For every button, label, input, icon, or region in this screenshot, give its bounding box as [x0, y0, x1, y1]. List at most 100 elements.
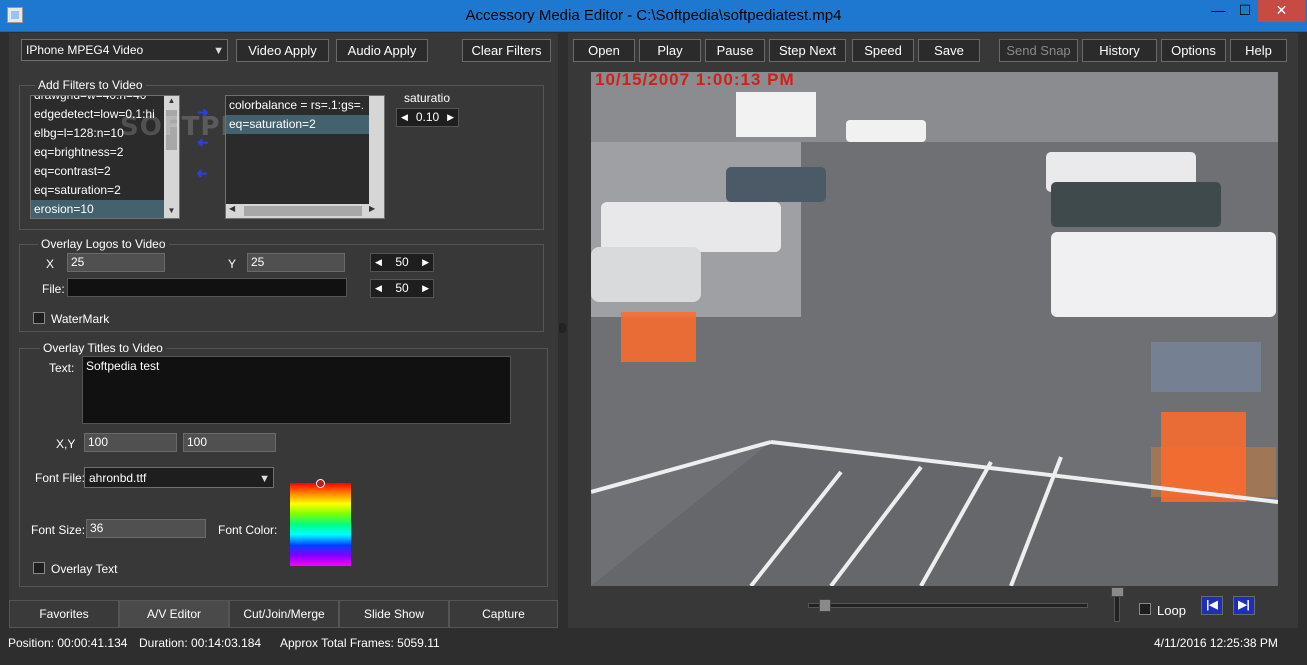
font-file-value: ahronbd.ttf [89, 471, 147, 485]
play-button[interactable]: Play [639, 39, 701, 62]
overlay-text-checkbox[interactable] [33, 562, 45, 574]
volume-thumb[interactable] [1111, 587, 1124, 597]
chevron-down-icon: ▼ [259, 473, 270, 485]
list-item[interactable]: eq=saturation=2 [31, 181, 179, 200]
video-preview[interactable]: 10/15/2007 1:00:13 PM [591, 72, 1278, 586]
list-item[interactable]: drawgrid=w=40:h=40 [31, 96, 179, 105]
logo-x-label: X [46, 257, 55, 271]
filter-param-spinner[interactable]: ◀ 0.10 ▶ [396, 108, 459, 127]
loop-label: Loop [1157, 603, 1186, 618]
title-xy-label: X,Y [56, 437, 76, 451]
increment-icon[interactable]: ▶ [422, 280, 429, 297]
pause-button[interactable]: Pause [705, 39, 765, 62]
increment-icon[interactable]: ▶ [447, 109, 454, 126]
color-picker-handle[interactable] [316, 479, 325, 488]
scroll-left-icon[interactable]: ◀ [229, 204, 235, 213]
logo-height-spinner[interactable]: ◀ 50 ▶ [370, 279, 434, 298]
speed-button[interactable]: Speed [852, 39, 914, 62]
applied-filters-list[interactable]: colorbalance = rs=.1:gs=. eq=saturation=… [225, 95, 385, 219]
decrement-icon[interactable]: ◀ [375, 280, 382, 297]
list-item[interactable]: eq=brightness=2 [31, 143, 179, 162]
scroll-thumb[interactable] [244, 206, 362, 216]
font-color-picker[interactable] [290, 483, 351, 566]
watermark-checkbox[interactable] [33, 312, 45, 324]
title-x-input[interactable]: 100 [84, 433, 177, 452]
save-button[interactable]: Save [918, 39, 980, 62]
history-button[interactable]: History [1082, 39, 1157, 62]
title-text-label: Text: [49, 361, 75, 375]
filter-param-label: saturatio [404, 91, 451, 105]
logo-file-label: File: [42, 282, 65, 296]
close-button[interactable]: ✕ [1258, 0, 1305, 22]
font-color-label: Font Color: [218, 523, 278, 537]
window-title: Accessory Media Editor - C:\Softpedia\so… [465, 7, 842, 24]
list-item[interactable]: eq=contrast=2 [31, 162, 179, 181]
clear-filters-button[interactable]: Clear Filters [462, 39, 551, 62]
watermark-label: WaterMark [51, 312, 110, 326]
bottom-tabs: Favorites A/V Editor Cut/Join/Merge Slid… [9, 600, 558, 628]
decrement-icon[interactable]: ◀ [401, 109, 408, 126]
status-duration: Duration: 00:14:03.184 [139, 636, 262, 650]
title-text-input[interactable]: Softpedia test [82, 356, 511, 424]
status-bar: Position: 00:00:41.134 Duration: 00:14:0… [0, 629, 1307, 655]
list-item-selected[interactable]: eq=saturation=2 [226, 115, 369, 134]
vertical-scrollbar[interactable] [369, 96, 384, 204]
tab-slide-show[interactable]: Slide Show [339, 600, 449, 628]
list-item-selected[interactable]: erosion=10 [31, 200, 179, 218]
audio-apply-button[interactable]: Audio Apply [336, 39, 428, 62]
minimize-button[interactable]: — [1205, 0, 1232, 22]
open-button[interactable]: Open [573, 39, 635, 62]
remove-filter-arrow-icon[interactable]: ➜ [197, 134, 209, 151]
logo-y-input[interactable]: 25 [247, 253, 345, 272]
title-y-input[interactable]: 100 [183, 433, 276, 452]
step-next-button[interactable]: Step Next [769, 39, 846, 62]
filters-group-title: Add Filters to Video [35, 78, 146, 92]
status-position: Position: 00:00:41.134 [8, 636, 128, 650]
preset-select[interactable]: IPhone MPEG4 Video ▼ [21, 39, 228, 61]
font-size-label: Font Size: [31, 523, 86, 537]
list-item[interactable]: colorbalance = rs=.1:gs=. [226, 96, 384, 115]
tab-capture[interactable]: Capture [449, 600, 558, 628]
decrement-icon[interactable]: ◀ [375, 254, 382, 271]
clear-filter-arrow-icon[interactable]: ➜ [196, 165, 208, 182]
skip-to-end-icon[interactable]: ▶| [1233, 596, 1255, 615]
send-snap-button[interactable]: Send Snap [999, 39, 1078, 62]
skip-to-start-icon[interactable]: |◀ [1201, 596, 1223, 615]
overlay-logos-title: Overlay Logos to Video [38, 237, 169, 251]
font-file-label: Font File: [35, 471, 86, 485]
options-button[interactable]: Options [1161, 39, 1226, 62]
video-timestamp: 10/15/2007 1:00:13 PM [595, 72, 795, 89]
status-frames: Approx Total Frames: 5059.11 [280, 636, 440, 650]
add-filter-arrow-icon[interactable]: ➜ [197, 104, 209, 121]
scroll-down-icon[interactable]: ▼ [164, 206, 179, 218]
tab-favorites[interactable]: Favorites [9, 600, 119, 628]
video-apply-button[interactable]: Video Apply [236, 39, 329, 62]
scroll-right-icon[interactable]: ▶ [369, 204, 375, 213]
title-bar: Accessory Media Editor - C:\Softpedia\so… [0, 0, 1307, 32]
tab-av-editor[interactable]: A/V Editor [119, 600, 229, 628]
spinner-value: 0.10 [415, 110, 440, 124]
logo-file-input[interactable] [67, 278, 347, 297]
spinner-value: 50 [395, 281, 409, 295]
logo-y-label: Y [228, 257, 237, 271]
splitter-handle[interactable] [559, 323, 566, 333]
font-file-select[interactable]: ahronbd.ttf ▼ [84, 467, 274, 488]
scroll-up-icon[interactable]: ▲ [164, 96, 179, 108]
horizontal-scrollbar[interactable]: ◀ ▶ [226, 204, 384, 218]
seek-track[interactable] [808, 603, 1088, 608]
loop-checkbox[interactable] [1139, 603, 1151, 615]
font-size-input[interactable]: 36 [86, 519, 206, 538]
help-button[interactable]: Help [1230, 39, 1287, 62]
maximize-button[interactable]: ☐ [1232, 0, 1258, 22]
overlay-text-label: Overlay Text [51, 562, 118, 576]
spinner-value: 50 [395, 255, 409, 269]
increment-icon[interactable]: ▶ [422, 254, 429, 271]
status-datetime: 4/11/2016 12:25:38 PM [1154, 636, 1278, 650]
logo-width-spinner[interactable]: ◀ 50 ▶ [370, 253, 434, 272]
tab-cut-join-merge[interactable]: Cut/Join/Merge [229, 600, 339, 628]
chevron-down-icon: ▼ [213, 45, 224, 57]
overlay-titles-title: Overlay Titles to Video [40, 341, 166, 355]
logo-x-input[interactable]: 25 [67, 253, 165, 272]
seek-thumb[interactable] [819, 599, 831, 612]
window-bottom-border [0, 655, 1307, 665]
